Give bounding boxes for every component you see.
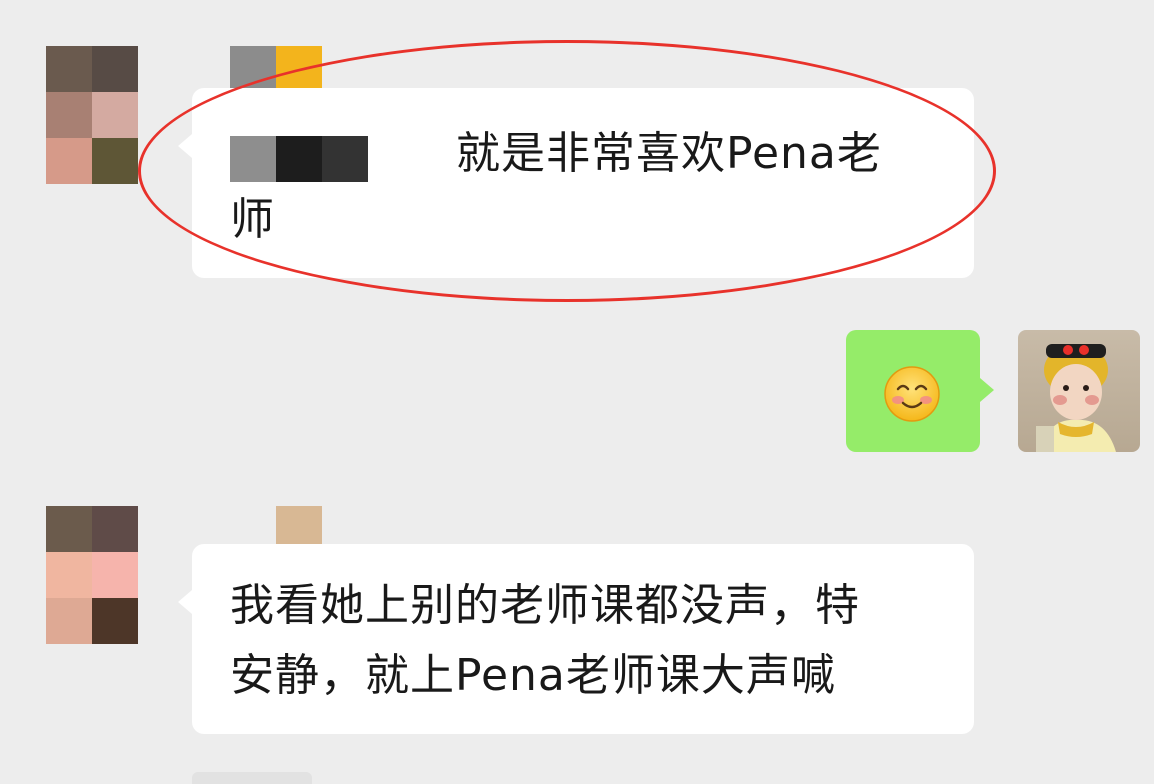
message-text-line-1: 我看她上别的老师课都没声，特: [230, 580, 860, 631]
message-text-line-1: 就是非常喜欢Pena老: [456, 128, 882, 179]
next-message-cutoff: [192, 772, 312, 784]
sender-avatar[interactable]: [46, 46, 138, 184]
sent-message-bubble[interactable]: [846, 330, 994, 452]
message-text-line-2: 师: [230, 194, 275, 245]
self-avatar[interactable]: [1018, 330, 1140, 452]
redacted-text-block: [230, 136, 368, 182]
message-bubble[interactable]: 就是非常喜欢Pena老 师: [178, 88, 974, 278]
sender-nickname-blurred: [230, 46, 322, 92]
message-text-line-2: 安静，就上Pena老师课大声喊: [230, 650, 836, 701]
message-bubble[interactable]: 我看她上别的老师课都没声，特 安静，就上Pena老师课大声喊: [178, 544, 974, 734]
smile-emoji-icon: [883, 365, 941, 423]
sender-avatar[interactable]: [46, 506, 138, 644]
sender-nickname-blurred: [276, 506, 322, 544]
